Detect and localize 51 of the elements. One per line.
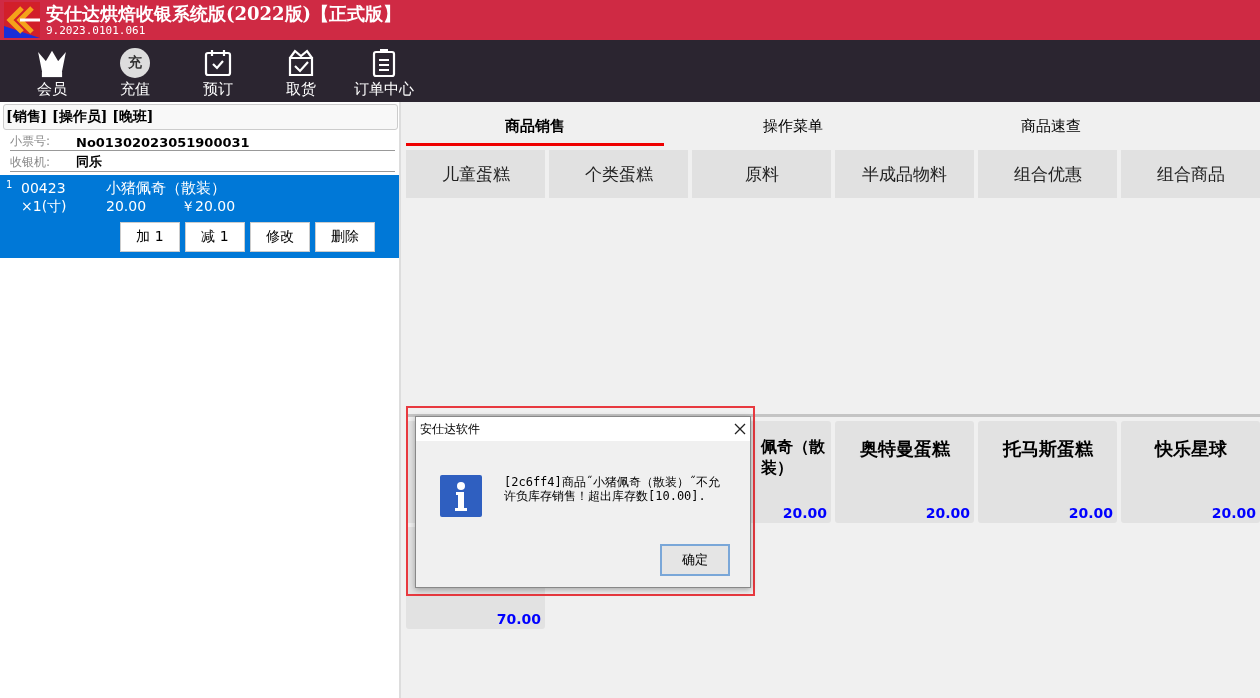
category-button[interactable]: 组合商品 — [1121, 150, 1260, 198]
ok-button[interactable]: 确定 — [660, 544, 730, 576]
toolbar-button[interactable]: 预订 — [176, 40, 259, 102]
category-button[interactable]: 半成品物料 — [835, 150, 974, 198]
window-title: 安仕达烘焙收银系统版(2022版)【正式版】 — [46, 3, 402, 25]
product-name: 佩奇（散装） — [761, 437, 826, 479]
item-code: 00423 — [21, 180, 67, 196]
item-total: ￥20.00 — [181, 198, 236, 216]
item-price: 20.00 — [106, 198, 148, 214]
field-label: 小票号: — [10, 133, 52, 150]
product-price: 70.00 — [496, 611, 541, 627]
close-icon[interactable] — [734, 423, 746, 435]
item-action-button[interactable]: 减 1 — [185, 222, 245, 252]
product-card[interactable]: 快乐星球 20.00 — [1121, 421, 1260, 523]
category-button[interactable]: 组合优惠 — [978, 150, 1117, 198]
order-item[interactable]: 1 00423 小猪佩奇（散装） ×1(寸) 20.00 ￥20.00 加 1 减 1 修改 删除 — [0, 175, 399, 258]
product-card[interactable]: 奥特曼蛋糕 20.00 — [835, 421, 974, 523]
info-icon — [440, 475, 482, 517]
toolbar-button[interactable]: 会员 — [10, 40, 93, 102]
item-quantity: ×1(寸) — [21, 198, 68, 216]
product-price: 20.00 — [1068, 505, 1113, 521]
item-action-button[interactable]: 删除 — [315, 222, 375, 252]
order-header: [销售] [操作员] [晚班] — [3, 104, 398, 130]
product-price: 20.00 — [782, 505, 827, 521]
tab[interactable]: 商品销售 — [406, 110, 664, 146]
tab[interactable]: 商品速查 — [922, 110, 1180, 146]
category-button[interactable]: 儿童蛋糕 — [406, 150, 545, 198]
item-action-button[interactable]: 修改 — [250, 222, 310, 252]
version-text: 9.2023.0101.061 — [46, 25, 147, 37]
badge-icon: 充 — [119, 48, 150, 78]
toolbar-button[interactable]: 取货 — [259, 40, 342, 102]
item-index: 1 — [6, 179, 14, 190]
field-value: No01302023051900031 — [76, 135, 250, 150]
item-action-button[interactable]: 加 1 — [120, 222, 180, 252]
category-button[interactable]: 个类蛋糕 — [549, 150, 688, 198]
product-name: 奥特曼蛋糕 — [859, 437, 950, 461]
field-value: 同乐 — [76, 153, 102, 171]
logo-icon — [4, 2, 40, 38]
field-label: 收银机: — [10, 154, 52, 171]
product-price: 20.00 — [925, 505, 970, 521]
product-name: 快乐星球 — [1154, 437, 1227, 461]
category-button[interactable]: 原料 — [692, 150, 831, 198]
item-name: 小猪佩奇（散装） — [106, 179, 226, 198]
product-name: 托马斯蛋糕 — [1002, 437, 1093, 461]
product-price: 20.00 — [1211, 505, 1256, 521]
toolbar-button[interactable]: 订单中心 — [342, 40, 425, 102]
product-card[interactable]: 托马斯蛋糕 20.00 — [978, 421, 1117, 523]
tab[interactable]: 操作菜单 — [664, 110, 922, 146]
toolbar-button[interactable]: 充 充值 — [93, 40, 176, 102]
calendar-icon — [202, 48, 233, 78]
dialog-title: 安仕达软件 — [420, 420, 480, 438]
